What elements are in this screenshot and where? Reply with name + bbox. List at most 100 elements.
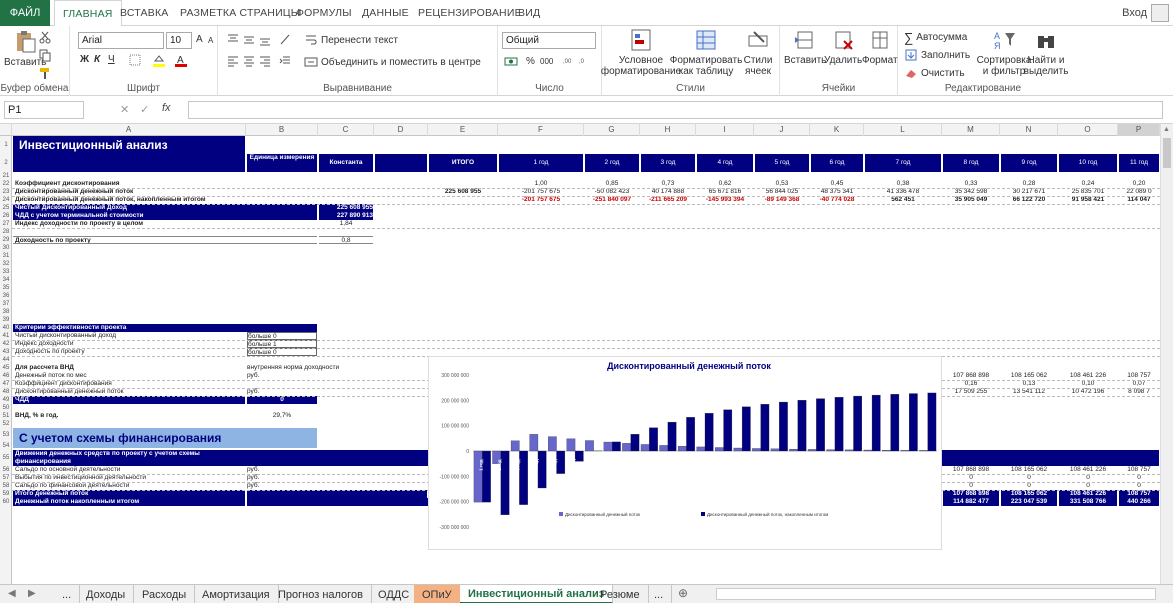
cell[interactable]: 7 год bbox=[865, 154, 941, 172]
sheet-tab-expenses[interactable]: Расходы bbox=[134, 585, 196, 603]
cell[interactable]: Чистый дисконтированный доход bbox=[13, 332, 245, 340]
row-header[interactable]: 27 bbox=[0, 220, 12, 228]
sheet-tab-cashflow[interactable]: ОДДС bbox=[370, 585, 419, 603]
cell[interactable]: 4 год bbox=[697, 154, 753, 172]
cell[interactable]: -50 082 423 bbox=[585, 188, 639, 196]
column-header[interactable]: P bbox=[1118, 124, 1160, 136]
cell[interactable]: 0,38 bbox=[865, 180, 941, 188]
cell[interactable]: 1 год bbox=[499, 154, 583, 172]
cell[interactable]: 11 год bbox=[1119, 154, 1159, 172]
row-header[interactable]: 49 bbox=[0, 396, 12, 404]
cell-styles-button[interactable]: Стили ячеек bbox=[738, 28, 778, 77]
row-header[interactable]: 45 bbox=[0, 364, 12, 372]
delete-cells-button[interactable]: Удалить bbox=[824, 28, 862, 66]
row-header[interactable]: 56 bbox=[0, 466, 12, 474]
merge-center-button[interactable]: Объединить и поместить в центре bbox=[304, 55, 481, 69]
row-header[interactable]: 36 bbox=[0, 292, 12, 300]
tab-home[interactable]: ГЛАВНАЯ bbox=[54, 0, 122, 27]
cell[interactable]: больше 0 bbox=[247, 332, 317, 340]
bold-button[interactable]: Ж bbox=[80, 54, 89, 65]
row-header[interactable]: 23 bbox=[0, 188, 12, 196]
cell[interactable]: 10 год bbox=[1059, 154, 1117, 172]
autosum-button[interactable]: ∑ Автосумма bbox=[904, 30, 967, 45]
cell[interactable]: 25 835 701 bbox=[1059, 188, 1117, 196]
row-header[interactable]: 21 bbox=[0, 172, 12, 180]
tab-page-layout[interactable]: РАЗМЕТКА СТРАНИЦЫ bbox=[180, 0, 300, 26]
column-header[interactable]: H bbox=[640, 124, 696, 136]
cell[interactable]: 562 451 bbox=[865, 196, 941, 204]
grow-font-button[interactable]: A bbox=[196, 34, 203, 45]
cell[interactable]: 108 165 062 bbox=[1001, 490, 1057, 498]
cell[interactable]: 108 461 226 bbox=[1059, 372, 1117, 380]
row-header[interactable]: 59 bbox=[0, 490, 12, 498]
row-header[interactable]: 31 bbox=[0, 252, 12, 260]
cell[interactable]: больше 0 bbox=[247, 348, 317, 356]
cell[interactable]: руб. bbox=[247, 482, 317, 490]
tab-data[interactable]: ДАННЫЕ bbox=[362, 0, 409, 26]
cell[interactable]: Денежный поток накопленным итогом bbox=[13, 498, 245, 506]
sheet-tab-more[interactable]: ... bbox=[54, 585, 81, 603]
scroll-up-icon[interactable]: ▲ bbox=[1163, 126, 1171, 134]
cell[interactable]: Итого денежный поток bbox=[13, 490, 245, 498]
column-header[interactable]: O bbox=[1058, 124, 1118, 136]
row-header[interactable]: 25 bbox=[0, 204, 12, 212]
row-header[interactable]: 54 bbox=[0, 442, 12, 450]
cell[interactable]: 0 bbox=[1059, 482, 1117, 490]
cell[interactable] bbox=[13, 154, 245, 172]
cell[interactable]: Доходность по проекту bbox=[13, 236, 317, 244]
cell[interactable]: 3 год bbox=[641, 154, 695, 172]
cell[interactable]: Для рассчета ВНД bbox=[13, 364, 245, 372]
cell[interactable]: 29,7% bbox=[247, 412, 317, 420]
align-middle-icon[interactable] bbox=[242, 32, 256, 46]
cell[interactable]: 56 844 025 bbox=[755, 188, 809, 196]
cell[interactable]: 1,00 bbox=[499, 180, 583, 188]
cell[interactable]: 107 868 898 bbox=[943, 466, 999, 474]
shrink-font-button[interactable]: A bbox=[208, 36, 213, 45]
cell[interactable]: Дисконтированный денежный поток bbox=[13, 388, 245, 396]
login-link[interactable]: Вход bbox=[1122, 0, 1147, 26]
sheet-tab-tax-forecast[interactable]: Прогноз налогов bbox=[270, 585, 372, 603]
formula-input[interactable] bbox=[188, 101, 1163, 119]
decrease-decimal-icon[interactable]: ,0 bbox=[578, 54, 592, 68]
align-right-icon[interactable] bbox=[258, 54, 272, 68]
cell[interactable]: 0 bbox=[1001, 474, 1057, 482]
column-header[interactable]: E bbox=[428, 124, 498, 136]
row-header[interactable]: 2 bbox=[0, 154, 12, 172]
cell[interactable]: 1,84 bbox=[319, 220, 373, 228]
cell[interactable]: Выбытия по инвестиционной деятельности bbox=[13, 474, 245, 482]
cell[interactable]: 0,13 bbox=[1001, 380, 1057, 388]
cell[interactable]: 223 047 539 bbox=[1001, 498, 1057, 506]
column-header[interactable]: D bbox=[374, 124, 428, 136]
row-header[interactable]: 41 bbox=[0, 332, 12, 340]
cell[interactable]: Сальдо по финансовой деятельности bbox=[13, 482, 245, 490]
cell[interactable]: 66 122 720 bbox=[1001, 196, 1057, 204]
tab-view[interactable]: ВИД bbox=[518, 0, 540, 26]
vertical-scrollbar[interactable]: ▲ bbox=[1160, 124, 1173, 584]
column-header[interactable]: F bbox=[498, 124, 584, 136]
underline-button[interactable]: Ч bbox=[108, 54, 115, 65]
sheet-tab-pnl[interactable]: ОПиУ bbox=[414, 585, 461, 603]
cell[interactable]: Чистый Дисконтированный Доход bbox=[13, 204, 317, 212]
cell[interactable]: руб. bbox=[247, 372, 317, 380]
cell[interactable]: 440 266 bbox=[1119, 498, 1159, 506]
clear-button[interactable]: Очистить bbox=[904, 66, 965, 80]
find-select-button[interactable]: Найти и выделить bbox=[1024, 28, 1068, 77]
row-header[interactable]: 30 bbox=[0, 244, 12, 252]
cell[interactable]: ВНД, % в год. bbox=[13, 412, 245, 420]
borders-icon[interactable] bbox=[128, 53, 142, 67]
cell[interactable]: 227 890 913 bbox=[319, 212, 373, 220]
column-header[interactable]: C bbox=[318, 124, 374, 136]
cell[interactable] bbox=[247, 490, 427, 498]
cell[interactable]: 30 217 671 bbox=[1001, 188, 1057, 196]
cell[interactable]: руб. bbox=[247, 474, 317, 482]
font-size-select[interactable]: 10 bbox=[166, 32, 192, 49]
function-icon[interactable]: fx bbox=[162, 102, 171, 114]
cell[interactable]: -40 774 028 bbox=[811, 196, 863, 204]
cell[interactable]: 225 608 955 bbox=[319, 204, 373, 212]
cell[interactable]: 108 757 bbox=[1119, 466, 1159, 474]
cell[interactable]: 108 165 062 bbox=[1001, 372, 1057, 380]
cell[interactable]: 0,8 bbox=[319, 236, 373, 244]
cell[interactable]: Денежный поток по мес bbox=[13, 372, 245, 380]
cell[interactable]: 0,07 bbox=[1119, 380, 1159, 388]
cell[interactable]: Дисконтированный денежный поток, накопле… bbox=[13, 196, 245, 204]
